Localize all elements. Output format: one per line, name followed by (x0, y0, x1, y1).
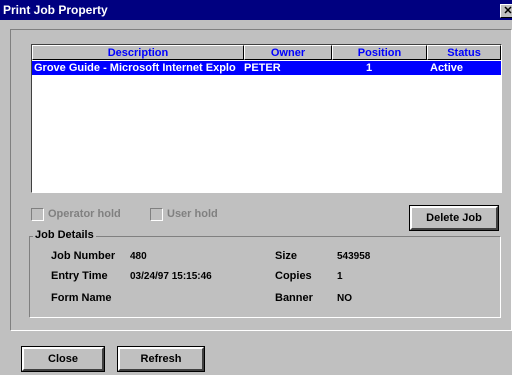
operator-hold-checkbox[interactable] (31, 208, 44, 221)
copies-value: 1 (337, 271, 343, 282)
print-job-list[interactable]: Description Owner Position Status Grove … (31, 44, 502, 193)
job-details-legend: Job Details (33, 229, 96, 241)
entry-time-value: 03/24/97 15:15:46 (130, 271, 212, 282)
user-hold-checkbox[interactable] (150, 208, 163, 221)
size-value: 543958 (337, 251, 371, 262)
cell-position: 1 (366, 62, 373, 74)
cell-status: Active (430, 62, 464, 74)
operator-hold-label: Operator hold (48, 208, 121, 220)
copies-label: Copies (275, 270, 312, 282)
refresh-button[interactable]: Refresh (117, 346, 205, 372)
table-row[interactable]: Grove Guide - Microsoft Internet Explo P… (32, 61, 501, 75)
list-header: Description Owner Position Status (32, 45, 501, 60)
column-header-position[interactable]: Position (332, 45, 427, 60)
user-hold-label: User hold (167, 208, 218, 220)
close-button[interactable]: Close (21, 346, 105, 372)
delete-job-button[interactable]: Delete Job (409, 205, 499, 231)
window-title: Print Job Property (3, 3, 108, 17)
cell-description: Grove Guide - Microsoft Internet Explo (34, 62, 236, 74)
job-number-value: 480 (130, 251, 147, 262)
banner-label: Banner (275, 292, 313, 304)
column-header-status[interactable]: Status (427, 45, 501, 60)
cell-owner: PETER (244, 62, 281, 74)
title-bar: Print Job Property ✕ (0, 0, 512, 20)
form-name-label: Form Name (51, 292, 112, 304)
column-header-owner[interactable]: Owner (244, 45, 332, 60)
column-header-description[interactable]: Description (32, 45, 244, 60)
entry-time-label: Entry Time (51, 270, 108, 282)
banner-value: NO (337, 293, 352, 304)
close-window-button[interactable]: ✕ (500, 4, 512, 18)
job-number-label: Job Number (51, 250, 116, 262)
size-label: Size (275, 250, 298, 262)
